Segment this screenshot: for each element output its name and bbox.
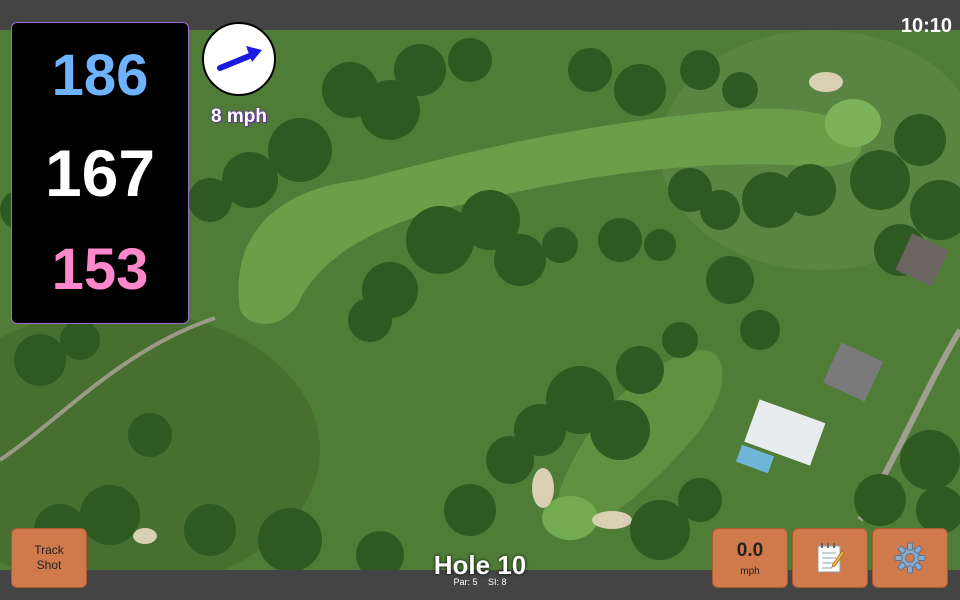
- notes-button[interactable]: [792, 528, 868, 588]
- track-shot-label-line2: Shot: [36, 558, 62, 572]
- hole-stroke-index: SI: 8: [488, 577, 507, 587]
- wind-direction-dial: [202, 22, 276, 96]
- bunker: [592, 511, 632, 529]
- hole-info: Par: 5 SI: 8: [380, 577, 580, 587]
- wind-speed-label: 8 mph: [211, 106, 267, 127]
- hole-par: Par: 5: [453, 577, 478, 587]
- arrow-icon: [217, 46, 262, 71]
- track-shot-label-line1: Track: [34, 543, 64, 557]
- notepad-icon: [817, 543, 845, 573]
- status-time: 10:10: [900, 15, 952, 37]
- distance-back: 186: [51, 42, 149, 108]
- speed-value: 0.0: [736, 539, 764, 561]
- distance-panel: 186 167 153: [11, 22, 189, 324]
- distance-middle: 167: [44, 135, 156, 210]
- distance-front: 153: [51, 237, 149, 303]
- track-shot-button[interactable]: Track Shot: [11, 528, 87, 588]
- gear-icon: [894, 542, 926, 574]
- speed-unit: mph: [740, 565, 760, 577]
- bunker: [133, 528, 157, 544]
- bunker: [532, 468, 554, 508]
- green: [825, 99, 881, 147]
- speed-button[interactable]: 0.0 mph: [712, 528, 788, 588]
- settings-button[interactable]: [872, 528, 948, 588]
- bunker: [809, 72, 843, 92]
